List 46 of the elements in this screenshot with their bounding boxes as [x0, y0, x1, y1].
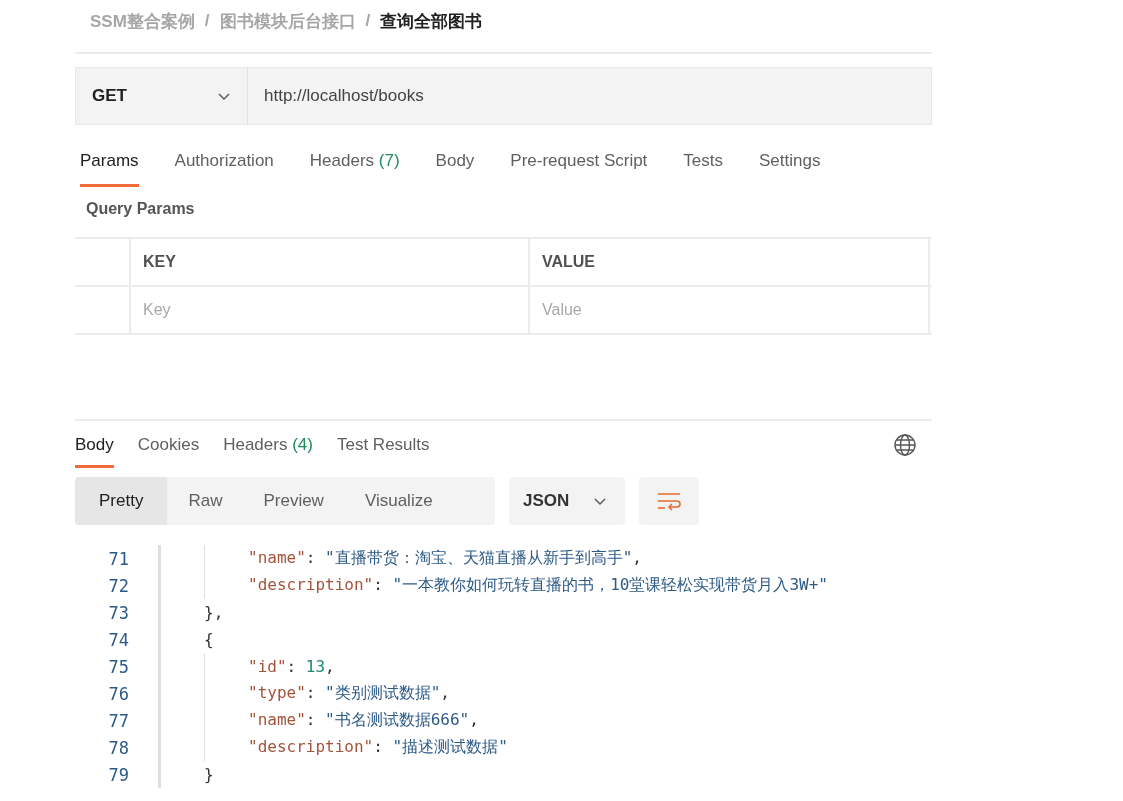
response-tab[interactable]: Body [75, 434, 114, 468]
wrap-icon [656, 490, 683, 512]
line-number: 74 [107, 629, 129, 650]
response-tab[interactable]: Test Results [336, 434, 430, 468]
line-number: 76 [107, 683, 129, 704]
response-tab[interactable]: Cookies [137, 434, 200, 468]
code-line: "name": "书名测试数据666", [248, 710, 479, 731]
section-title: Query Params [85, 199, 196, 219]
line-number: 72 [107, 575, 129, 596]
table-input-field[interactable]: Key [131, 300, 445, 320]
code-line: } [204, 765, 214, 784]
code-line: }, [204, 603, 224, 622]
code-line: "description": "一本教你如何玩转直播的书，10堂课轻松实现带货月入3W+" [248, 575, 828, 596]
line-number: 73 [107, 602, 129, 623]
response-tab[interactable]: Headers (4) [223, 434, 313, 468]
url-field[interactable]: http://localhost/books [248, 67, 932, 125]
method-dropdown[interactable]: GET [75, 67, 248, 125]
code-line: "id": 13, [248, 657, 335, 676]
code-line: "name": "直播带货：淘宝、天猫直播从新手到高手", [248, 548, 642, 569]
breadcrumb-item: 查询全部图书 [380, 10, 483, 33]
table-input-field[interactable]: Value [530, 300, 844, 320]
view-mode-tab[interactable]: Raw [167, 477, 243, 525]
request-tab[interactable]: Tests [683, 149, 724, 187]
line-number: 71 [107, 548, 129, 569]
column-header: VALUE [528, 239, 928, 287]
breadcrumb-separator: / [204, 11, 210, 31]
request-tab[interactable]: Authorization [174, 149, 274, 187]
breadcrumb-separator: / [365, 11, 371, 31]
globe-icon[interactable] [893, 433, 917, 457]
column-header: KEY [129, 239, 528, 287]
request-tab[interactable]: Headers (7) [309, 149, 400, 187]
request-tab[interactable]: Params [80, 149, 139, 187]
request-tab[interactable]: Pre-request Script [510, 149, 648, 187]
line-number: 79 [107, 764, 129, 785]
line-number: 77 [107, 710, 129, 731]
line-number: 78 [107, 737, 129, 758]
line-number: 75 [107, 656, 129, 677]
view-mode-tab[interactable]: Preview [242, 477, 344, 525]
format-dropdown[interactable]: JSON [509, 477, 626, 525]
request-tab[interactable]: Body [435, 149, 475, 187]
code-line: "type": "类别测试数据", [248, 683, 450, 704]
request-tab[interactable]: Settings [759, 149, 821, 187]
view-mode-tab[interactable]: Pretty [75, 477, 168, 525]
view-mode-tab[interactable]: Visualize [343, 477, 453, 525]
code-line: "description": "描述测试数据" [248, 737, 508, 758]
code-line: { [204, 630, 214, 649]
